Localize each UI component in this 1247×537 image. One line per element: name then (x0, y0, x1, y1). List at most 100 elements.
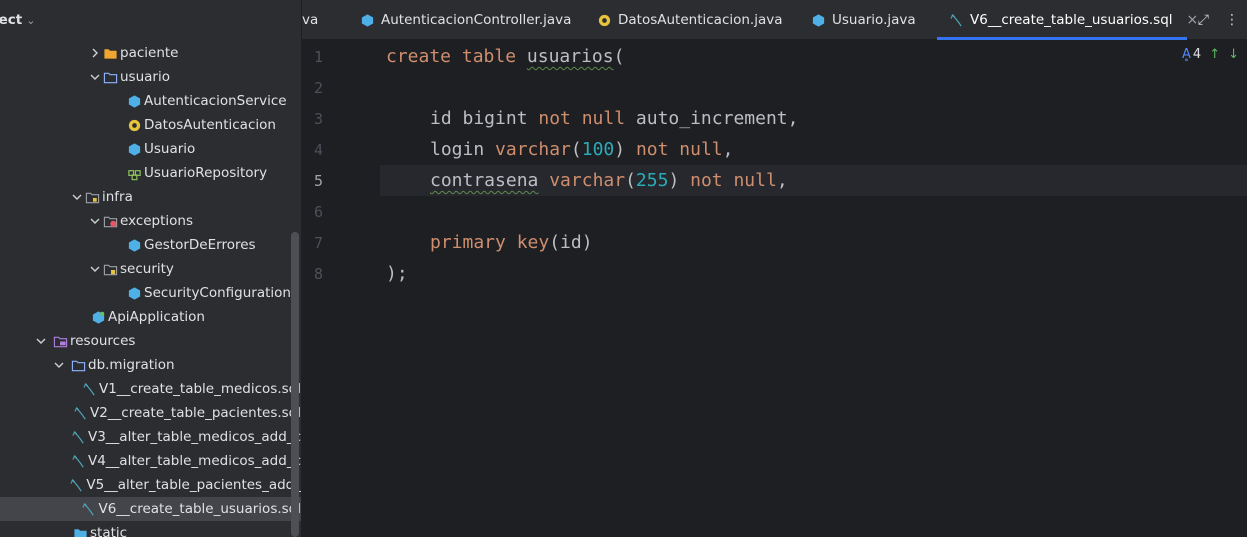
keyword: primary key (430, 232, 550, 253)
chevron-down-icon[interactable] (88, 257, 102, 281)
tree-item-gestordeerrores[interactable]: GestorDeErrores (0, 233, 301, 257)
keyword: not null (635, 139, 723, 160)
chevron-down-icon[interactable] (34, 329, 48, 353)
tree-item-v3-sql[interactable]: V3__alter_table_medicos_add_c (0, 425, 301, 449)
tree-item-usuariorepository[interactable]: UsuarioRepository (0, 161, 301, 185)
tree-item-label: static (90, 525, 128, 537)
tree-item-label: Usuario (144, 141, 196, 157)
identifier: usuarios (526, 46, 614, 67)
class-icon (126, 141, 142, 157)
tree-item-apiapplication[interactable]: ApiApplication (0, 305, 301, 329)
tree-item-label: security (120, 261, 174, 277)
record-icon (596, 12, 612, 28)
inspections-widget[interactable]: Ḁ 4 ↑ ↓ (1182, 47, 1247, 62)
tree-item-label: V2__create_table_pacientes.sql (89, 405, 301, 421)
keyword: varchar (549, 170, 626, 191)
keyword: not null (690, 170, 777, 191)
tree-item-label: usuario (120, 69, 170, 85)
tab-label: Usuario.java (832, 12, 916, 28)
chevron-right-icon[interactable] (88, 41, 102, 65)
line-number: 8 (313, 265, 323, 283)
inspections-count: 4 (1192, 47, 1202, 62)
tree-item-exceptions[interactable]: exceptions (0, 209, 301, 233)
code-line-3: id bigint not null auto_increment, (430, 103, 798, 134)
sql-file-icon (81, 501, 96, 517)
tab-autenticacioncontroller[interactable]: AutenticacionController.java (359, 0, 571, 40)
project-panel-header[interactable]: ject ⌄ (0, 0, 301, 40)
chevron-down-icon[interactable] (52, 353, 66, 377)
tab-actions: ⤢ ⋮ (1198, 0, 1247, 40)
tree-item-securityconfigurations[interactable]: SecurityConfigurations (0, 281, 301, 305)
tree-item-db-migration[interactable]: db.migration (0, 353, 301, 377)
tree-item-label: V1__create_table_medicos.sql (98, 381, 301, 397)
tab-label: DatosAutenticacion.java (618, 12, 783, 28)
sql-file-icon (82, 381, 97, 397)
sql-file-icon (71, 429, 86, 445)
number-literal: 100 (581, 139, 615, 160)
chevron-down-icon[interactable] (88, 209, 102, 233)
chevron-down-icon[interactable] (70, 185, 84, 209)
chevron-down-icon[interactable] (88, 65, 102, 89)
line-number: 6 (313, 203, 323, 221)
tab-datosautenticacion[interactable]: DatosAutenticacion.java (596, 0, 783, 40)
project-scrollbar-thumb[interactable] (291, 232, 299, 537)
close-icon[interactable]: × (1187, 12, 1199, 28)
code-line-8: ); (386, 258, 408, 289)
tree-item-v5-sql[interactable]: V5__alter_table_pacientes_add_ (0, 473, 301, 497)
punctuation: ( (570, 139, 582, 160)
line-number: 4 (313, 141, 323, 159)
active-tab-indicator (937, 37, 1187, 40)
tree-item-v1-sql[interactable]: V1__create_table_medicos.sql (0, 377, 301, 401)
line-number: 1 (313, 48, 323, 66)
punctuation: ( (613, 46, 625, 67)
tab-label: V6__create_table_usuarios.sql (970, 12, 1173, 28)
keyword: varchar (495, 139, 571, 160)
exception-package-icon (102, 213, 118, 229)
punctuation: ); (386, 263, 408, 284)
line-number: 7 (313, 234, 323, 252)
tab-label: AutenticacionController.java (381, 12, 572, 28)
project-view-title[interactable]: ject (0, 12, 22, 28)
code-line-4: login varchar(100) not null, (430, 134, 733, 165)
line-number-gutter[interactable]: 1 2 3 4 5 6 7 8 (302, 41, 362, 537)
tree-item-label: V6__create_table_usuarios.sql (98, 501, 301, 517)
punctuation: ( (625, 170, 636, 191)
tree-item-label: DatosAutenticacion (144, 117, 276, 133)
arrow-up-icon[interactable]: ↑ (1209, 47, 1220, 62)
sql-file-icon (71, 453, 86, 469)
tree-item-v6-sql[interactable]: V6__create_table_usuarios.sql (0, 497, 301, 521)
tree-item-resources[interactable]: resources (0, 329, 301, 353)
tree-item-datosautenticacion[interactable]: DatosAutenticacion (0, 113, 301, 137)
interface-icon (126, 165, 142, 181)
chevron-down-icon[interactable]: ⌄ (26, 14, 35, 27)
tab-v6-create-table-usuarios[interactable]: V6__create_table_usuarios.sql × (948, 0, 1198, 40)
tree-item-v2-sql[interactable]: V2__create_table_pacientes.sql (0, 401, 301, 425)
tree-item-label: UsuarioRepository (144, 165, 268, 181)
sql-file-icon (69, 477, 84, 493)
class-icon (126, 93, 142, 109)
tab-usuario[interactable]: Usuario.java (810, 0, 916, 40)
identifier: login (430, 139, 496, 160)
code-editor[interactable]: 1 2 3 4 5 6 7 8 create table usuarios( i… (302, 41, 1247, 537)
tree-item-label: V3__alter_table_medicos_add_c (87, 429, 301, 445)
maximize-editor-icon[interactable]: ⤢ (1198, 12, 1209, 28)
tree-item-security[interactable]: security (0, 257, 301, 281)
tree-item-usuario-class[interactable]: Usuario (0, 137, 301, 161)
tree-item-paciente[interactable]: paciente (0, 41, 301, 65)
tab-label: va (302, 12, 319, 28)
tree-item-static[interactable]: static (0, 521, 301, 537)
tree-item-autenticacionservice[interactable]: AutenticacionService (0, 89, 301, 113)
line-number: 2 (313, 79, 323, 97)
tab-partial[interactable]: va (302, 0, 318, 40)
tree-item-label: resources (70, 333, 136, 349)
tree-item-infra[interactable]: infra (0, 185, 301, 209)
line-number-current: 5 (313, 172, 323, 190)
tree-item-label: V5__alter_table_pacientes_add_ (86, 477, 301, 493)
web-folder-icon (72, 525, 88, 537)
tree-item-usuario[interactable]: usuario (0, 65, 301, 89)
more-options-icon[interactable]: ⋮ (1225, 12, 1239, 28)
arrow-down-icon[interactable]: ↓ (1228, 47, 1239, 62)
tree-item-v4-sql[interactable]: V4__alter_table_medicos_add_c (0, 449, 301, 473)
class-icon (359, 12, 375, 28)
record-icon (126, 117, 142, 133)
